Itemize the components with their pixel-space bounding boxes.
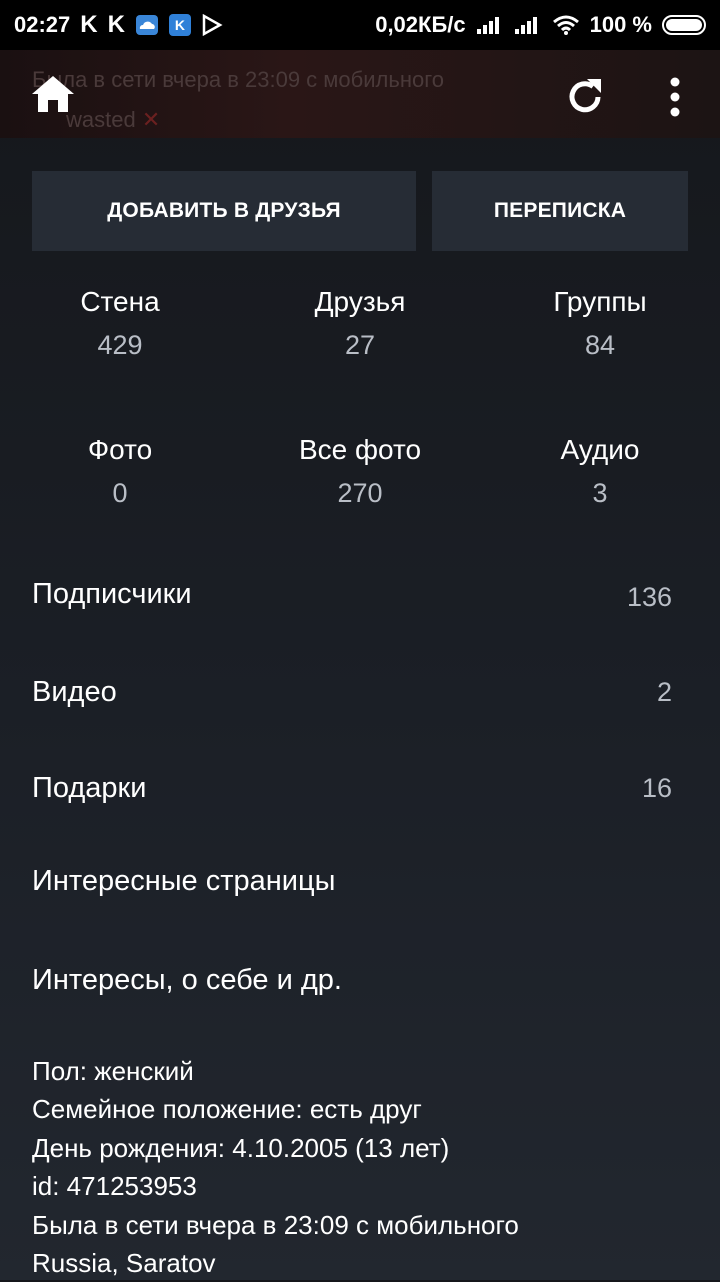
k-notification-icon: K — [80, 11, 98, 38]
header-ghost-status: Была в сети вчера в 23:09 с мобильного — [32, 67, 444, 92]
add-friend-button[interactable]: ДОБАВИТЬ В ДРУЗЬЯ — [32, 171, 416, 251]
k-notification-icon: K — [107, 11, 125, 38]
row-videos[interactable]: Видео 2 — [32, 662, 672, 722]
signal-icon — [514, 15, 542, 35]
row-label: Интересы, о себе и др. — [32, 963, 342, 996]
messages-button[interactable]: ПЕРЕПИСКА — [432, 171, 688, 251]
stat-label: Группы — [553, 286, 647, 317]
row-count: 136 — [626, 581, 672, 612]
row-interests-about[interactable]: Интересы, о себе и др. — [32, 950, 672, 1010]
info-id: id: 471253953 — [32, 1171, 197, 1202]
profile-info: Пол: женский Семейное положение: есть др… — [32, 1052, 692, 1282]
row-label: Интересные страницы — [32, 864, 336, 897]
stat-value: 0 — [112, 478, 128, 508]
info-birthday: День рождения: 4.10.2005 (13 лет) — [32, 1132, 450, 1163]
stat-label: Фото — [87, 434, 153, 465]
status-time: 02:27 — [14, 12, 71, 37]
stat-label: Друзья — [314, 286, 406, 317]
stat-groups[interactable]: Группы 84 — [480, 286, 720, 361]
stat-wall[interactable]: Стена 429 — [0, 286, 240, 361]
refresh-button[interactable] — [562, 74, 608, 120]
info-relationship: Семейное положение: есть друг — [32, 1094, 422, 1125]
close-icon: ✕ — [141, 107, 161, 132]
stat-friends[interactable]: Друзья 27 — [240, 286, 480, 361]
battery-icon — [662, 15, 706, 35]
row-label: Подписчики — [32, 577, 192, 610]
info-location: Russia, Saratov — [32, 1248, 216, 1279]
stat-audio[interactable]: Аудио 3 — [480, 434, 720, 509]
play-icon — [201, 14, 223, 36]
more-menu-button[interactable] — [660, 74, 690, 120]
info-last-seen: Была в сети вчера в 23:09 с мобильного — [32, 1209, 519, 1240]
network-speed: 0,02КБ/с — [375, 12, 466, 37]
row-label: Видео — [32, 675, 117, 708]
home-icon — [32, 76, 74, 112]
battery-percent: 100 % — [589, 12, 652, 37]
status-bar: 02:27 K K K 0,02КБ/с 100 % — [0, 0, 720, 50]
header-ghost-name: wasted — [66, 107, 136, 132]
k-app-icon: K — [168, 14, 191, 36]
signal-icon — [476, 15, 504, 35]
row-followers[interactable]: Подписчики 136 — [32, 564, 672, 624]
row-interesting-pages[interactable]: Интересные страницы — [32, 851, 672, 911]
battery-level — [666, 19, 702, 31]
row-label: Подарки — [32, 771, 147, 804]
cloud-icon — [135, 14, 159, 36]
header-background-text: Была в сети вчера в 23:09 с мобильного w… — [32, 60, 444, 140]
wifi-icon — [552, 14, 580, 36]
stat-label: Аудио — [560, 434, 640, 465]
stat-label: Все фото — [298, 434, 422, 465]
home-button[interactable] — [30, 74, 76, 114]
stat-value: 84 — [584, 330, 616, 360]
stat-value: 429 — [97, 330, 143, 360]
stat-all-photos[interactable]: Все фото 270 — [240, 434, 480, 509]
row-count: 2 — [656, 676, 672, 707]
profile-header: Была в сети вчера в 23:09 с мобильного w… — [0, 50, 720, 138]
more-vertical-icon — [670, 77, 680, 117]
stat-photos[interactable]: Фото 0 — [0, 434, 240, 509]
stat-label: Стена — [80, 286, 160, 317]
row-count: 16 — [641, 772, 672, 803]
stat-value: 27 — [344, 330, 376, 360]
stat-value: 270 — [337, 478, 383, 508]
stat-value: 3 — [592, 478, 608, 508]
info-gender: Пол: женский — [32, 1056, 194, 1086]
row-gifts[interactable]: Подарки 16 — [32, 758, 672, 818]
refresh-icon — [569, 79, 601, 113]
